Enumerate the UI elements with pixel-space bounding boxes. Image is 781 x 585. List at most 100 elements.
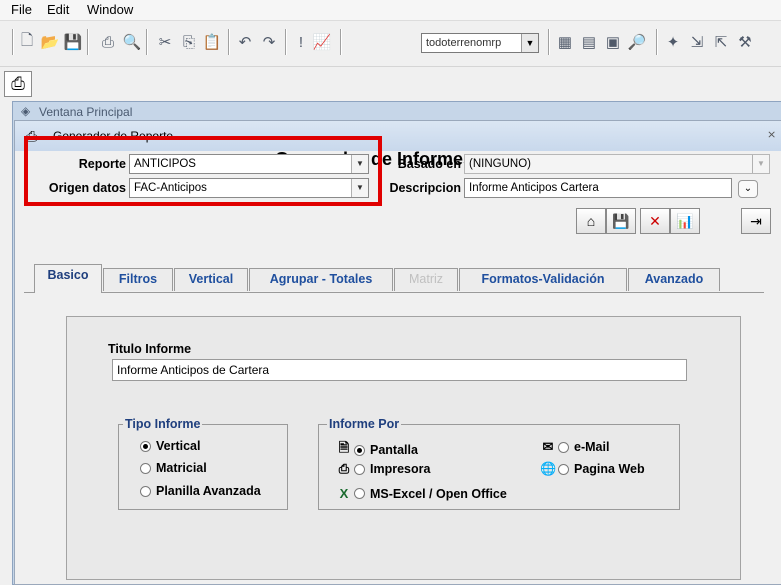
radio-e-mail[interactable]: ✉ e-Mail [540,439,610,455]
exit-button[interactable]: ⇥ [741,208,771,234]
delete-button[interactable]: ✕ [640,208,670,234]
import-icon[interactable]: ⇲ [688,33,706,51]
company-combo-value: todoterrenomrp [426,37,502,49]
radio-matricial-label: Matricial [156,461,207,475]
radio-pagina-web-label: Pagina Web [574,462,645,476]
save-icon: 💾 [612,212,630,229]
radio-e-mail-label: e-Mail [574,440,610,454]
toolbar-separator [146,29,148,55]
printer-icon: ⎙ [11,74,25,93]
menu-file[interactable]: File [11,2,32,17]
radio-icon [354,488,365,499]
menu-bar: File Edit Window [0,0,781,21]
radio-impresora[interactable]: ⎙ Impresora [336,461,431,477]
secondary-toolbar: ⎙ [0,66,781,99]
close-icon[interactable]: ⨯ [767,128,776,141]
toolbar: 🗋 📂 💾 ⎙ 🔍 ✂ ⎘ 📋 ↶ ↷ ! 📈 todoterrenomrp ▼… [0,21,781,65]
radio-icon [140,485,151,497]
informe-por-title: Informe Por [327,417,402,431]
radio-ms-excel-label: MS-Excel / Open Office [370,486,507,501]
toolbar-separator [548,29,550,55]
menu-edit[interactable]: Edit [47,2,69,17]
chevron-down-icon[interactable]: ▼ [752,155,769,173]
magic-wand-icon[interactable]: ✦ [664,33,682,51]
save-icon[interactable]: 💾 [64,33,83,51]
radio-impresora-label: Impresora [370,462,431,476]
radio-planilla-avanzada-label: Planilla Avanzada [156,484,261,498]
printer-icon: ⎙ [338,461,350,476]
grid-icon[interactable]: ▦ [556,33,574,51]
expand-down-icon[interactable]: ⌄ [738,180,758,198]
descripcion-input[interactable]: Informe Anticipos Cartera [464,178,732,198]
company-combo[interactable]: todoterrenomrp ▼ [421,33,539,53]
toolbar-separator [87,29,89,55]
highlight-box [24,136,382,206]
tab-vertical[interactable]: Vertical [174,268,248,291]
printer-button[interactable]: ⎙ [4,71,32,97]
main-window-title: Ventana Principal [39,105,133,119]
excel-icon: X [339,486,349,501]
print-icon[interactable]: ⎙ [99,33,117,51]
titulo-informe-label: Titulo Informe [108,342,192,356]
toolbar-separator [340,29,342,55]
home-button[interactable]: ⌂ [576,208,606,234]
toolbar-separator [656,29,658,55]
chart-icon: 📊 [676,212,694,229]
tab-formatos-validacion[interactable]: Formatos-Validación [459,268,627,291]
toolbar-separator [12,29,14,55]
tab-avanzado[interactable]: Avanzado [628,268,720,291]
basado-en-select[interactable]: (NINGUNO) ▼ [464,154,770,174]
export-icon[interactable]: ⇱ [712,33,730,51]
radio-ms-excel[interactable]: X MS-Excel / Open Office [336,486,507,501]
tipo-informe-title: Tipo Informe [123,417,203,431]
basado-en-select-value: (NINGUNO) [469,158,531,170]
globe-icon: 🌐 [540,461,557,476]
document-icon: 🗎 [338,440,350,455]
radio-pagina-web[interactable]: 🌐 Pagina Web [540,461,645,477]
radio-matricial[interactable]: Matricial [140,461,207,475]
print-preview-icon[interactable]: 🔍 [123,33,142,51]
tab-matriz: Matriz [394,268,458,291]
cut-icon[interactable]: ✂ [156,33,174,51]
radio-vertical[interactable]: Vertical [140,439,200,453]
exclamation-icon[interactable]: ! [292,33,310,51]
report-preview-icon[interactable]: 🔎 [628,33,647,51]
radio-icon [558,463,569,475]
save-button[interactable]: 💾 [606,208,636,234]
descripcion-label: Descripcion [389,181,461,195]
form-icon[interactable]: ▤ [580,33,598,51]
menu-window[interactable]: Window [87,2,133,17]
chart-icon[interactable]: 📈 [313,33,332,51]
copy-icon[interactable]: ⎘ [180,33,198,51]
open-folder-icon[interactable]: 📂 [41,33,60,51]
properties-icon[interactable]: ▣ [604,33,622,51]
radio-icon [558,441,569,453]
main-window-icon: ◈ [21,104,31,118]
delete-x-icon: ✕ [649,212,661,229]
radio-selected-icon [140,440,151,452]
radio-selected-icon [354,444,365,456]
home-icon: ⌂ [586,213,596,229]
chart-button[interactable]: 📊 [670,208,700,234]
exit-door-icon: ⇥ [750,212,762,229]
toolbar-separator [285,29,287,55]
radio-vertical-label: Vertical [156,439,201,453]
redo-icon[interactable]: ↷ [260,33,278,51]
chevron-down-icon[interactable]: ▼ [521,34,538,52]
radio-planilla-avanzada[interactable]: Planilla Avanzada [140,484,261,498]
titulo-informe-input[interactable]: Informe Anticipos de Cartera [112,359,687,381]
basado-en-label: Basado en [397,157,461,171]
radio-icon [140,462,151,474]
radio-pantalla-label: Pantalla [370,443,418,457]
email-icon: ✉ [542,439,554,454]
radio-pantalla[interactable]: 🗎 Pantalla [336,439,418,461]
tab-filtros[interactable]: Filtros [103,268,173,291]
new-document-icon[interactable]: 🗋 [18,32,36,51]
tab-basico[interactable]: Basico [34,264,102,293]
paste-icon[interactable]: 📋 [203,33,222,51]
tools-icon[interactable]: ⚒ [736,33,754,51]
undo-icon[interactable]: ↶ [236,33,254,51]
descripcion-input-value: Informe Anticipos Cartera [469,182,599,194]
toolbar-separator [228,29,230,55]
tab-agrupar-totales[interactable]: Agrupar - Totales [249,268,393,291]
